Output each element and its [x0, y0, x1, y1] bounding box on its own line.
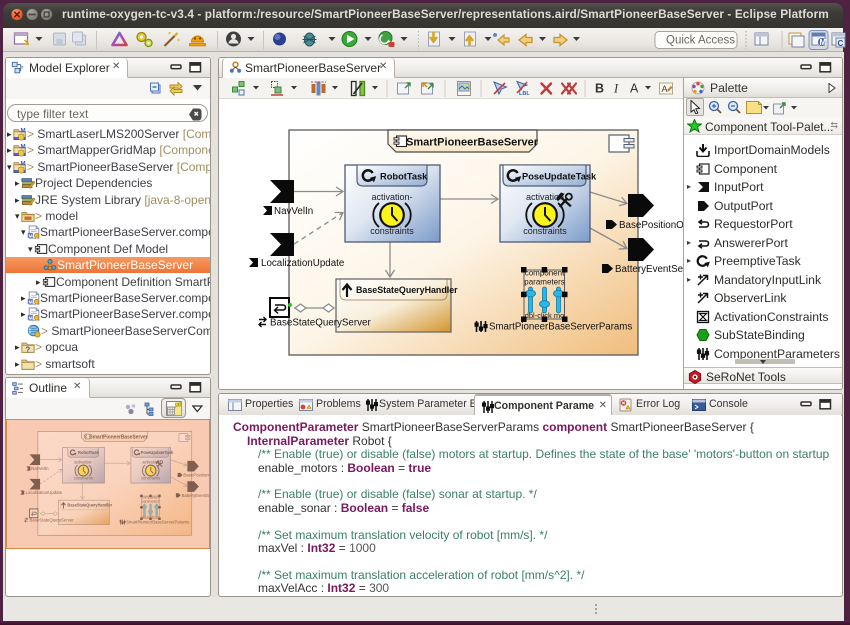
- svg-text:B: B: [595, 82, 604, 96]
- svg-text:A: A: [662, 84, 668, 94]
- svg-text:M: M: [820, 38, 827, 47]
- svg-text:I: I: [613, 82, 619, 96]
- svg-text:C: C: [838, 39, 844, 48]
- svg-text:LBL: LBL: [519, 91, 530, 97]
- svg-text:A: A: [630, 82, 639, 96]
- svg-text:Quick Access: Quick Access: [666, 35, 735, 47]
